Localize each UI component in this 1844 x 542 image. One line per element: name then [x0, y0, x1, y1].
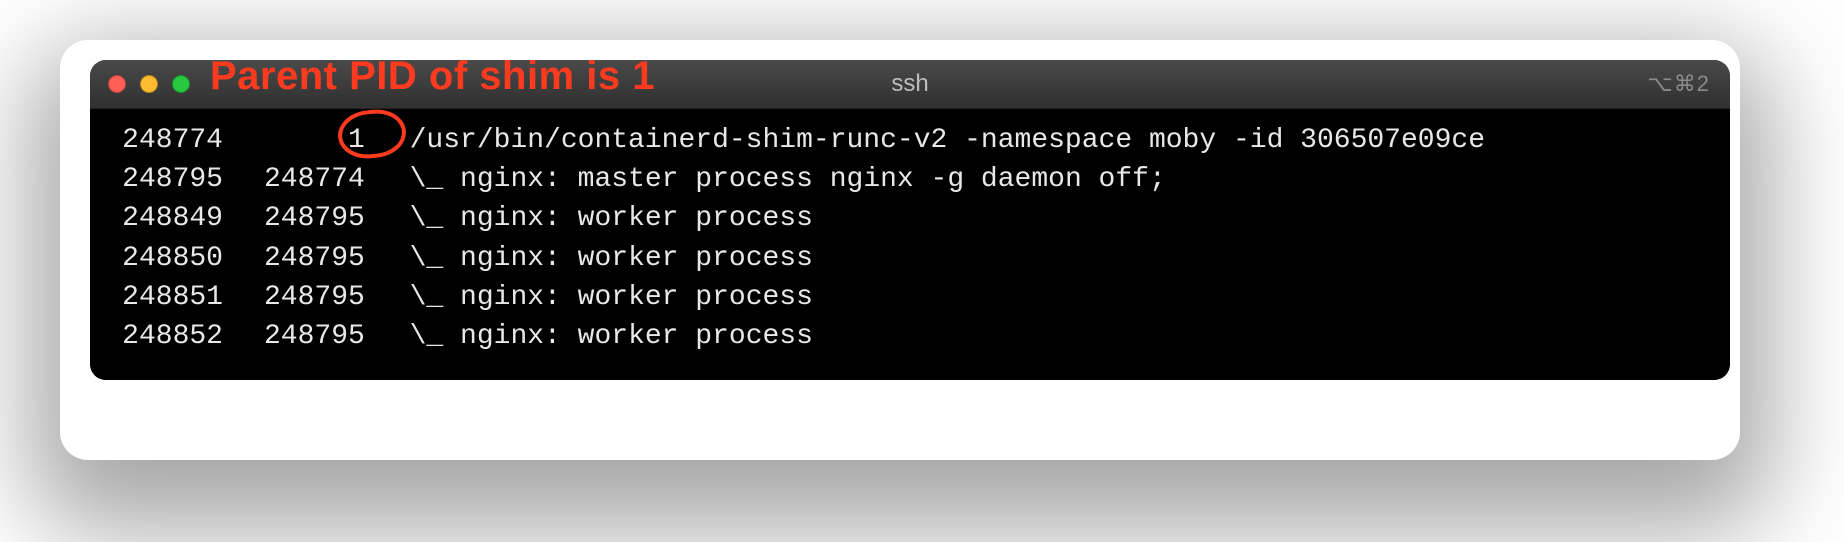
minimize-icon[interactable] [140, 75, 158, 93]
annotation-text: Parent PID of shim is 1 [210, 48, 655, 104]
command-text: nginx: worker process [460, 321, 813, 352]
traffic-lights [90, 75, 190, 93]
ppid-cell: 1 [240, 121, 365, 160]
pid-cell: 248850 [108, 239, 223, 278]
pid-cell: 248795 [108, 160, 223, 199]
terminal-window: ssh ⌥⌘2 248774 1 /usr/bin/containerd-shi… [90, 60, 1730, 380]
command-cell: \_ nginx: worker process [410, 282, 813, 313]
process-row: 248850 248795 \_ nginx: worker process [108, 239, 1712, 278]
process-row: 248849 248795 \_ nginx: worker process [108, 199, 1712, 238]
pid-cell: 248852 [108, 317, 223, 356]
tree-prefix: \_ [410, 243, 460, 274]
command-text: nginx: worker process [460, 243, 813, 274]
pid-cell: 248849 [108, 199, 223, 238]
tree-prefix: \_ [410, 282, 460, 313]
tree-prefix: \_ [410, 164, 460, 195]
ppid-cell: 248795 [240, 199, 365, 238]
process-row: 248851 248795 \_ nginx: worker process [108, 278, 1712, 317]
process-row: 248852 248795 \_ nginx: worker process [108, 317, 1712, 356]
pid-cell: 248851 [108, 278, 223, 317]
pid-cell: 248774 [108, 121, 223, 160]
tree-prefix: \_ [410, 321, 460, 352]
process-row: 248795 248774 \_ nginx: master process n… [108, 160, 1712, 199]
command-cell: \_ nginx: worker process [410, 243, 813, 274]
ppid-cell: 248795 [240, 239, 365, 278]
terminal-output: 248774 1 /usr/bin/containerd-shim-runc-v… [90, 109, 1730, 380]
command-text: nginx: worker process [460, 282, 813, 313]
ppid-cell: 248774 [240, 160, 365, 199]
command-text: nginx: worker process [460, 203, 813, 234]
close-icon[interactable] [108, 75, 126, 93]
tree-prefix: \_ [410, 203, 460, 234]
ppid-cell: 248795 [240, 317, 365, 356]
ppid-cell: 248795 [240, 278, 365, 317]
command-cell: \_ nginx: worker process [410, 321, 813, 352]
window-shortcut-hint: ⌥⌘2 [1647, 69, 1710, 100]
command-cell: \_ nginx: master process nginx -g daemon… [410, 164, 1166, 195]
command-cell: \_ nginx: worker process [410, 203, 813, 234]
process-row: 248774 1 /usr/bin/containerd-shim-runc-v… [108, 121, 1712, 160]
command-cell: /usr/bin/containerd-shim-runc-v2 -namesp… [410, 125, 1485, 156]
zoom-icon[interactable] [172, 75, 190, 93]
command-text: nginx: master process nginx -g daemon of… [460, 164, 1166, 195]
command-text: /usr/bin/containerd-shim-runc-v2 -namesp… [410, 125, 1485, 156]
